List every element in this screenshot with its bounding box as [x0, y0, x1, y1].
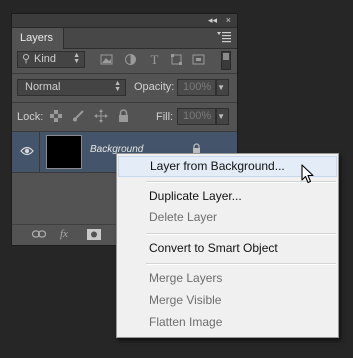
menu-item-convert-to-smart-object[interactable]: Convert to Smart Object [118, 238, 337, 259]
shape-layer-filter-icon[interactable] [170, 53, 183, 66]
filter-kind-select[interactable]: ⚲ Kind ▲ ▼ [17, 51, 85, 68]
lock-transparent-pixels-icon[interactable] [50, 110, 62, 122]
eye-icon[interactable] [20, 146, 34, 156]
add-layer-mask-icon[interactable] [87, 229, 101, 240]
lock-position-move-icon[interactable] [94, 109, 108, 123]
menu-item-flatten-image[interactable]: Flatten Image [118, 312, 337, 333]
adjustment-layer-filter-icon[interactable] [124, 53, 137, 66]
panel-menu-icon[interactable] [217, 31, 231, 43]
close-panel-button[interactable]: × [226, 15, 231, 26]
mouse-cursor-icon [301, 164, 314, 184]
lock-label: Lock: [17, 111, 44, 123]
smart-object-filter-icon[interactable] [192, 53, 205, 66]
layer-thumbnail [46, 135, 82, 169]
chevron-down-icon: ▼ [217, 112, 225, 121]
menu-item-duplicate-layer[interactable]: Duplicate Layer... [118, 186, 337, 207]
select-arrows-icon: ▲ ▼ [73, 52, 80, 65]
type-layer-filter-icon[interactable]: T [148, 53, 161, 66]
pixel-layer-filter-icon[interactable] [100, 53, 113, 66]
menu-item-merge-visible[interactable]: Merge Visible [118, 290, 337, 311]
chevron-down-icon: ▼ [217, 83, 225, 92]
search-icon: ⚲ [22, 53, 31, 65]
opacity-input[interactable]: 100% [177, 79, 216, 96]
panel-title-bar: ◂◂ × [12, 14, 237, 28]
lock-image-pixels-brush-icon[interactable] [72, 110, 84, 122]
opacity-dropdown-button[interactable]: ▼ [216, 79, 229, 96]
blend-mode-value: Normal [25, 81, 61, 93]
fill-dropdown-button[interactable]: ▼ [216, 108, 229, 125]
fill-input[interactable]: 100% [177, 108, 216, 125]
blend-mode-select[interactable]: Normal ▲ ▼ [17, 79, 126, 96]
menu-item-merge-layers[interactable]: Merge Layers [118, 268, 337, 289]
lock-all-icon[interactable] [118, 109, 129, 123]
opacity-label: Opacity: [134, 81, 175, 93]
link-layers-icon[interactable] [32, 230, 46, 239]
filter-kind-label: Kind [34, 53, 57, 65]
panel-tab-row: Layers [12, 28, 237, 49]
filter-toggle-switch[interactable] [221, 51, 231, 70]
collapse-panel-button[interactable]: ◂◂ [208, 15, 217, 26]
tab-layers[interactable]: Layers [12, 28, 64, 49]
fill-label: Fill: [156, 111, 174, 123]
select-arrows-icon: ▲ ▼ [114, 80, 121, 93]
menu-item-delete-layer[interactable]: Delete Layer [118, 207, 337, 228]
layer-style-fx-icon[interactable]: fx [60, 228, 68, 240]
